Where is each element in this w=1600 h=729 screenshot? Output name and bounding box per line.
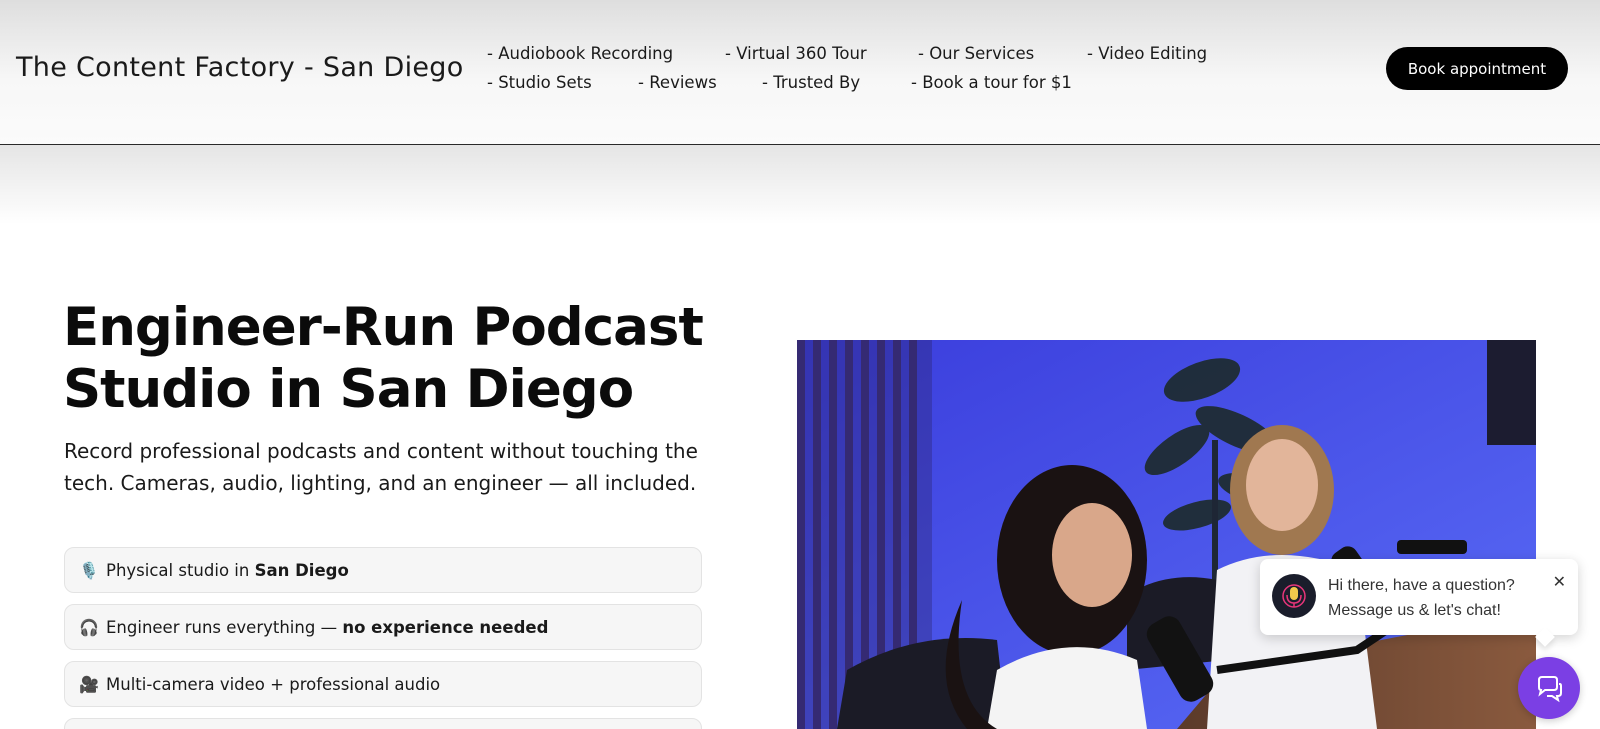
header-shadow <box>0 145 1600 225</box>
nav-trusted-by[interactable]: - Trusted By <box>762 73 860 92</box>
podcast-mic-icon <box>1282 584 1306 608</box>
nav-audiobook-recording[interactable]: - Audiobook Recording <box>487 44 673 63</box>
feature-item-partial <box>64 718 702 729</box>
nav-our-services[interactable]: - Our Services <box>918 44 1034 63</box>
video-camera-icon: 🎥 <box>79 674 99 694</box>
headphones-icon: 🎧 <box>79 617 99 637</box>
feature-bold: San Diego <box>254 560 349 580</box>
chat-avatar <box>1272 574 1316 618</box>
site-header: The Content Factory - San Diego - Audiob… <box>0 0 1600 145</box>
brand-logo[interactable]: The Content Factory - San Diego <box>16 52 464 83</box>
chat-bubbles-icon <box>1538 676 1562 703</box>
feature-text: Engineer runs everything — <box>106 617 343 637</box>
feature-text: Multi-camera video + professional audio <box>106 674 441 694</box>
hero-studio-photo <box>797 340 1536 729</box>
nav-virtual-360-tour[interactable]: - Virtual 360 Tour <box>725 44 867 63</box>
feature-item-engineer: 🎧 Engineer runs everything — no experien… <box>64 604 702 650</box>
microphone-icon: 🎙️ <box>79 560 99 580</box>
book-appointment-button[interactable]: Book appointment <box>1386 47 1568 90</box>
nav-studio-sets[interactable]: - Studio Sets <box>487 73 592 92</box>
hero-subtitle: Record professional podcasts and content… <box>64 439 698 495</box>
hero-title-line1: Engineer-Run Podcast <box>63 297 704 358</box>
feature-item-studio: 🎙️ Physical studio in San Diego <box>64 547 702 593</box>
chat-message: Hi there, have a question? Message us & … <box>1328 573 1515 623</box>
nav-book-tour[interactable]: - Book a tour for $1 <box>911 73 1072 92</box>
nav-reviews[interactable]: - Reviews <box>638 73 717 92</box>
close-icon[interactable]: ✕ <box>1553 572 1566 591</box>
feature-bold: no experience needed <box>342 617 549 637</box>
hero-title: Engineer-Run Podcast Studio in San Diego <box>63 297 743 421</box>
chat-popup[interactable]: Hi there, have a question? Message us & … <box>1260 559 1578 635</box>
hero-title-line2: Studio in San Diego <box>63 359 634 420</box>
chat-line2: Message us & let's chat! <box>1328 602 1501 619</box>
chat-line1: Hi there, have a question? <box>1328 577 1515 594</box>
feature-item-video: 🎥 Multi-camera video + professional audi… <box>64 661 702 707</box>
feature-text: Physical studio in <box>106 560 255 580</box>
chat-launcher-button[interactable] <box>1518 657 1580 719</box>
nav-video-editing[interactable]: - Video Editing <box>1087 44 1207 63</box>
